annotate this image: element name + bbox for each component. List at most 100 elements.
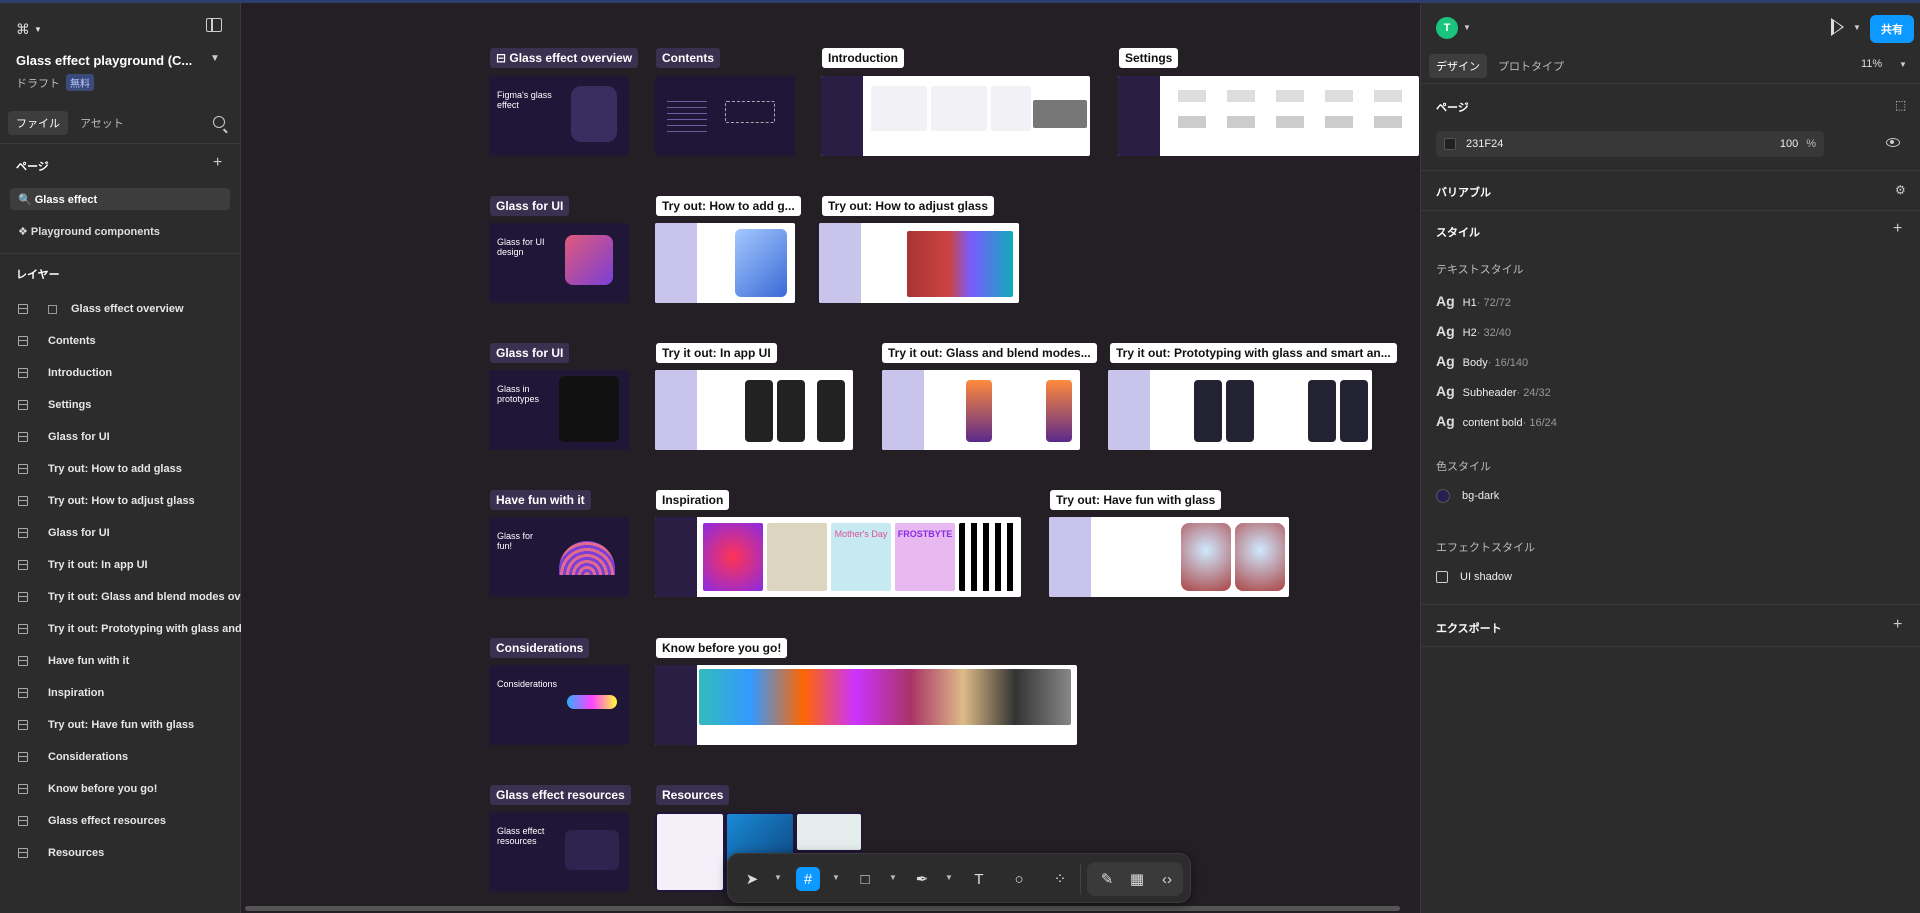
add-style-icon[interactable]: + (1893, 221, 1902, 237)
page-item-glass-effect[interactable]: 🔍 Glass effect (10, 188, 230, 210)
frame-thumb-considerations[interactable]: Considerations (489, 665, 629, 745)
layer-item[interactable]: Contents (0, 325, 241, 357)
layer-item[interactable]: Inspiration (0, 677, 241, 709)
frame-label-glass-for-ui-2[interactable]: Glass for UI (490, 343, 570, 363)
comment-tool-icon[interactable]: ○ (1007, 867, 1031, 891)
frame-thumb-prototyping[interactable] (1108, 370, 1372, 450)
frame-label-considerations[interactable]: Considerations (490, 638, 590, 658)
chevron-down-icon[interactable]: ▼ (945, 873, 953, 882)
frame-thumb-resources-section[interactable]: Glass effect resources (489, 812, 629, 892)
chevron-down-icon[interactable]: ▼ (832, 873, 840, 882)
text-style-item[interactable]: Ag H1 · 72/72 (1436, 293, 1511, 309)
eye-icon[interactable] (1886, 138, 1900, 147)
frame-thumb-overview[interactable]: Figma's glass effect (489, 76, 629, 156)
frame-thumb-blend-modes[interactable] (882, 370, 1080, 450)
frame-thumb-glass-for-ui[interactable]: Glass for UI design (489, 223, 629, 303)
layer-item[interactable]: Glass for UI (0, 517, 241, 549)
color-swatch[interactable] (1444, 138, 1456, 150)
bg-opacity[interactable]: 100 (1780, 138, 1798, 150)
frame-label-in-app-ui[interactable]: Try it out: In app UI (656, 343, 777, 363)
export-title[interactable]: エクスポート (1436, 620, 1502, 636)
tab-prototype[interactable]: プロトタイプ (1491, 54, 1571, 78)
canvas[interactable]: ⊟ Glass effect overview Figma's glass ef… (242, 3, 1419, 913)
bg-hex-value[interactable]: 231F24 (1466, 138, 1780, 150)
text-style-item[interactable]: Ag H2 · 32/40 (1436, 323, 1511, 339)
pen-tool-icon[interactable]: ✒ (910, 867, 934, 891)
frame-thumb-inspiration[interactable]: Mother's Day FROSTBYTE (655, 517, 1021, 597)
frame-label-introduction[interactable]: Introduction (822, 48, 904, 68)
frame-label-have-fun-glass[interactable]: Try out: Have fun with glass (1050, 490, 1222, 510)
layer-item[interactable]: Try out: How to adjust glass (0, 485, 241, 517)
layer-item[interactable]: Introduction (0, 357, 241, 389)
share-button[interactable]: 共有 (1870, 15, 1914, 43)
layer-item[interactable]: Try it out: Prototyping with glass and (0, 613, 241, 645)
frame-tool-icon[interactable]: # (796, 867, 820, 891)
layer-item[interactable]: Try it out: Glass and blend modes ove (0, 581, 241, 613)
search-icon[interactable] (213, 116, 225, 128)
frame-label-know-before[interactable]: Know before you go! (656, 638, 788, 658)
frame-label-inspiration[interactable]: Inspiration (656, 490, 730, 510)
move-tool-icon[interactable]: ➤ (740, 867, 764, 891)
frame-label-prototyping[interactable]: Try it out: Prototyping with glass and s… (1110, 343, 1397, 363)
page-settings-icon[interactable]: ⬚ (1895, 98, 1906, 112)
horizontal-scrollbar[interactable] (245, 906, 1400, 911)
frame-thumb-know-before[interactable] (655, 665, 1077, 745)
frame-thumb-settings[interactable] (1118, 76, 1419, 156)
layer-item[interactable]: Know before you go! (0, 773, 241, 805)
chevron-down-icon[interactable]: ▼ (1463, 23, 1471, 32)
text-tool-icon[interactable]: T (967, 867, 991, 891)
frame-thumb-have-fun[interactable]: Glass for fun! (489, 517, 629, 597)
frame-label-contents[interactable]: Contents (656, 48, 720, 68)
main-menu[interactable]: ⌘ ▼ (16, 19, 42, 39)
layer-item[interactable]: Resources (0, 837, 241, 869)
chevron-down-icon[interactable]: ▼ (1853, 23, 1861, 32)
sliders-icon[interactable]: ⚙ (1895, 183, 1906, 197)
frame-label-how-to-add[interactable]: Try out: How to add g... (656, 196, 801, 216)
tab-assets[interactable]: アセット (72, 111, 132, 135)
rectangle-tool-icon[interactable]: □ (853, 867, 877, 891)
layer-item[interactable]: Try out: How to add glass (0, 453, 241, 485)
text-style-item[interactable]: Ag content bold · 16/24 (1436, 413, 1557, 429)
tab-file[interactable]: ファイル (8, 111, 68, 135)
frame-label-how-to-adjust[interactable]: Try out: How to adjust glass (822, 196, 995, 216)
frame-label-glass-for-ui[interactable]: Glass for UI (490, 196, 570, 216)
frame-label-resources-section[interactable]: Glass effect resources (490, 785, 631, 805)
frame-thumb-have-fun-glass[interactable] (1049, 517, 1289, 597)
frame-thumb-how-to-add[interactable] (655, 223, 795, 303)
frame-label-have-fun[interactable]: Have fun with it (490, 490, 591, 510)
tab-design[interactable]: デザイン (1429, 54, 1487, 78)
zoom-level[interactable]: 11% (1861, 58, 1882, 70)
page-bg-color[interactable]: 231F24 100 % (1436, 131, 1824, 157)
text-style-item[interactable]: Ag Body · 16/140 (1436, 353, 1528, 369)
layer-item[interactable]: Try out: Have fun with glass (0, 709, 241, 741)
frame-thumb-glass-prototypes[interactable]: Glass in prototypes (489, 370, 629, 450)
add-export-icon[interactable]: + (1893, 617, 1902, 633)
draw-mode-icon[interactable]: ✎ (1095, 867, 1119, 891)
add-page-icon[interactable]: + (213, 155, 222, 171)
layer-item[interactable]: Glass effect resources (0, 805, 241, 837)
avatar[interactable]: T (1436, 17, 1458, 39)
layer-item[interactable]: Settings (0, 389, 241, 421)
dev-mode-icon[interactable]: ‹› (1155, 867, 1179, 891)
color-style-item[interactable]: bg-dark (1436, 489, 1499, 503)
frame-label-overview[interactable]: ⊟ Glass effect overview (490, 48, 639, 68)
layer-item[interactable]: Try it out: In app UI (0, 549, 241, 581)
design-mode-icon[interactable]: ▦ (1125, 867, 1149, 891)
toggle-sidebar-icon[interactable] (206, 18, 222, 32)
layer-item[interactable]: Considerations (0, 741, 241, 773)
present-icon[interactable] (1831, 18, 1844, 36)
file-title[interactable]: Glass effect playground (C... (16, 53, 192, 68)
variables-title[interactable]: バリアブル (1436, 184, 1491, 200)
effect-style-item[interactable]: UI shadow (1436, 571, 1512, 583)
actions-tool-icon[interactable]: ⁘ (1048, 867, 1072, 891)
frame-thumb-contents[interactable] (655, 76, 795, 156)
chevron-down-icon[interactable]: ▼ (210, 53, 220, 64)
frame-thumb-how-to-adjust[interactable] (819, 223, 1019, 303)
frame-label-resources[interactable]: Resources (656, 785, 730, 805)
text-style-item[interactable]: Ag Subheader · 24/32 (1436, 383, 1551, 399)
layer-item[interactable]: Glass effect overview (0, 293, 241, 325)
layer-item[interactable]: Have fun with it (0, 645, 241, 677)
chevron-down-icon[interactable]: ▼ (1899, 60, 1907, 69)
chevron-down-icon[interactable]: ▼ (774, 873, 782, 882)
frame-label-settings[interactable]: Settings (1119, 48, 1179, 68)
